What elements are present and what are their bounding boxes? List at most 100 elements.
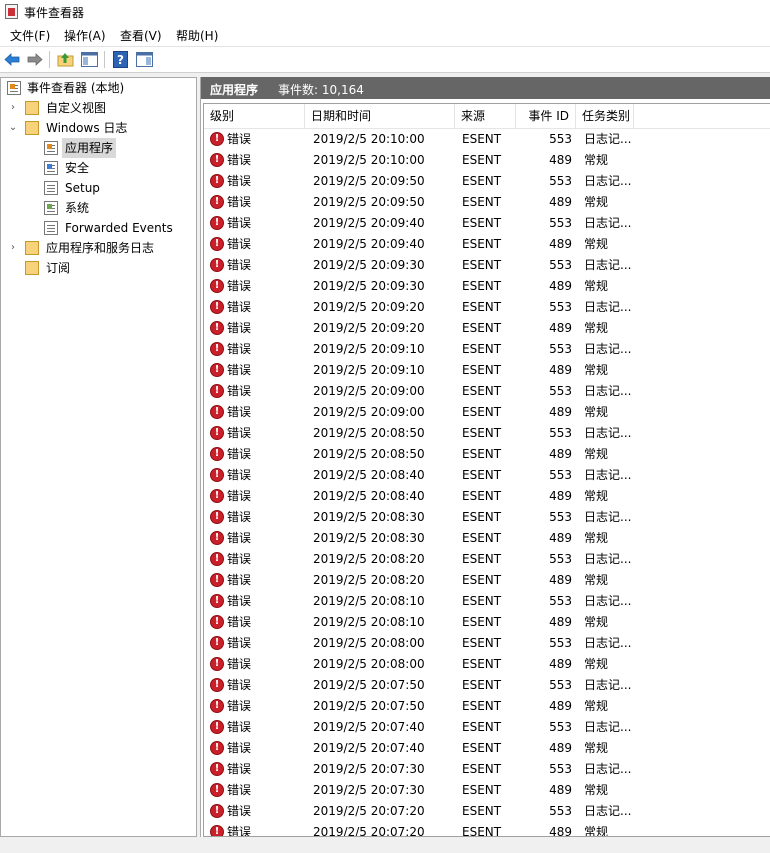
table-row[interactable]: ! 错误 2019/2/5 20:08:30 ESENT 489 常规 [204,528,770,549]
table-row[interactable]: ! 错误 2019/2/5 20:09:50 ESENT 553 日志记... [204,171,770,192]
table-row[interactable]: ! 错误 2019/2/5 20:08:50 ESENT 489 常规 [204,444,770,465]
up-folder-icon[interactable] [56,50,75,69]
chevron-right-icon[interactable]: › [7,238,19,258]
tree-item-forwarded-events[interactable]: Forwarded Events [5,218,195,238]
log-icon [44,161,58,175]
table-row[interactable]: ! 错误 2019/2/5 20:09:30 ESENT 553 日志记... [204,255,770,276]
table-row[interactable]: ! 错误 2019/2/5 20:08:10 ESENT 489 常规 [204,612,770,633]
table-row[interactable]: ! 错误 2019/2/5 20:07:20 ESENT 553 日志记... [204,801,770,822]
column-header-event-id[interactable]: 事件 ID [516,104,576,128]
column-header-category[interactable]: 任务类别 [576,104,634,128]
table-row[interactable]: ! 错误 2019/2/5 20:08:00 ESENT 489 常规 [204,654,770,675]
error-icon: ! [210,321,224,335]
table-row[interactable]: ! 错误 2019/2/5 20:10:00 ESENT 489 常规 [204,150,770,171]
tree-item-root[interactable]: 事件查看器 (本地) [5,78,195,98]
level-cell: 错误 [227,825,252,837]
folder-icon [25,121,39,135]
category-cell: 常规 [584,615,609,629]
level-cell: 错误 [227,552,252,566]
subscription-icon [25,261,39,275]
tree-item-custom-views[interactable]: › 自定义视图 [5,98,195,118]
table-row[interactable]: ! 错误 2019/2/5 20:07:50 ESENT 553 日志记... [204,675,770,696]
chevron-down-icon[interactable]: ⌄ [7,118,19,138]
table-row[interactable]: ! 错误 2019/2/5 20:07:20 ESENT 489 常规 [204,822,770,837]
source-cell: ESENT [462,762,502,776]
table-row[interactable]: ! 错误 2019/2/5 20:08:40 ESENT 489 常规 [204,486,770,507]
table-row[interactable]: ! 错误 2019/2/5 20:08:30 ESENT 553 日志记... [204,507,770,528]
show-hide-tree-icon[interactable] [80,50,99,69]
tree-item-application[interactable]: 应用程序 [5,138,195,158]
menu-view[interactable]: 查看(V) [120,27,162,44]
table-row[interactable]: ! 错误 2019/2/5 20:08:50 ESENT 553 日志记... [204,423,770,444]
column-header-datetime[interactable]: 日期和时间 [305,104,455,128]
table-row[interactable]: ! 错误 2019/2/5 20:09:00 ESENT 553 日志记... [204,381,770,402]
menu-action[interactable]: 操作(A) [64,27,106,44]
datetime-cell: 2019/2/5 20:09:50 [313,174,425,188]
datetime-cell: 2019/2/5 20:08:20 [313,552,425,566]
source-cell: ESENT [462,363,502,377]
table-row[interactable]: ! 错误 2019/2/5 20:08:20 ESENT 489 常规 [204,570,770,591]
help-icon[interactable]: ? [111,50,130,69]
source-cell: ESENT [462,657,502,671]
tree-item-windows-logs[interactable]: ⌄ Windows 日志 [5,118,195,138]
table-row[interactable]: ! 错误 2019/2/5 20:07:30 ESENT 489 常规 [204,780,770,801]
source-cell: ESENT [462,804,502,818]
table-row[interactable]: ! 错误 2019/2/5 20:09:20 ESENT 489 常规 [204,318,770,339]
error-icon: ! [210,741,224,755]
datetime-cell: 2019/2/5 20:08:10 [313,615,425,629]
datetime-cell: 2019/2/5 20:07:50 [313,699,425,713]
event-id-cell: 489 [549,447,572,461]
tree-item-security[interactable]: 安全 [5,158,195,178]
forward-arrow-icon[interactable] [25,50,44,69]
column-header-level[interactable]: 级别 [204,104,305,128]
error-icon: ! [210,279,224,293]
table-row[interactable]: ! 错误 2019/2/5 20:09:40 ESENT 553 日志记... [204,213,770,234]
table-row[interactable]: ! 错误 2019/2/5 20:09:10 ESENT 553 日志记... [204,339,770,360]
table-row[interactable]: ! 错误 2019/2/5 20:07:50 ESENT 489 常规 [204,696,770,717]
tree-item-subscriptions[interactable]: 订阅 [5,258,195,278]
table-row[interactable]: ! 错误 2019/2/5 20:07:40 ESENT 489 常规 [204,738,770,759]
table-row[interactable]: ! 错误 2019/2/5 20:08:10 ESENT 553 日志记... [204,591,770,612]
error-icon: ! [210,783,224,797]
datetime-cell: 2019/2/5 20:10:00 [313,153,425,167]
category-cell: 常规 [584,741,609,755]
error-icon: ! [210,216,224,230]
tree-label: 订阅 [46,261,71,275]
back-arrow-icon[interactable] [3,50,22,69]
menu-help[interactable]: 帮助(H) [176,27,218,44]
tree-item-system[interactable]: 系统 [5,198,195,218]
category-cell: 日志记... [584,552,632,566]
error-icon: ! [210,552,224,566]
table-row[interactable]: ! 错误 2019/2/5 20:08:40 ESENT 553 日志记... [204,465,770,486]
category-cell: 日志记... [584,720,632,734]
table-row[interactable]: ! 错误 2019/2/5 20:10:00 ESENT 553 日志记... [204,129,770,150]
table-row[interactable]: ! 错误 2019/2/5 20:07:30 ESENT 553 日志记... [204,759,770,780]
category-cell: 常规 [584,489,609,503]
table-row[interactable]: ! 错误 2019/2/5 20:09:30 ESENT 489 常规 [204,276,770,297]
source-cell: ESENT [462,426,502,440]
table-row[interactable]: ! 错误 2019/2/5 20:08:20 ESENT 553 日志记... [204,549,770,570]
table-row[interactable]: ! 错误 2019/2/5 20:08:00 ESENT 553 日志记... [204,633,770,654]
event-id-cell: 489 [549,531,572,545]
error-icon: ! [210,405,224,419]
column-header-source[interactable]: 来源 [455,104,516,128]
table-row[interactable]: ! 错误 2019/2/5 20:09:40 ESENT 489 常规 [204,234,770,255]
action-pane-icon[interactable] [135,50,154,69]
chevron-right-icon[interactable]: › [7,98,19,118]
svg-text:?: ? [117,53,124,67]
table-row[interactable]: ! 错误 2019/2/5 20:09:00 ESENT 489 常规 [204,402,770,423]
table-row[interactable]: ! 错误 2019/2/5 20:09:20 ESENT 553 日志记... [204,297,770,318]
level-cell: 错误 [227,636,252,650]
tree-item-app-service-logs[interactable]: › 应用程序和服务日志 [5,238,195,258]
datetime-cell: 2019/2/5 20:09:30 [313,258,425,272]
menu-file[interactable]: 文件(F) [10,27,50,44]
source-cell: ESENT [462,720,502,734]
pane-header: 应用程序 事件数: 10,164 [201,77,770,99]
category-cell: 日志记... [584,594,632,608]
table-row[interactable]: ! 错误 2019/2/5 20:07:40 ESENT 553 日志记... [204,717,770,738]
table-row[interactable]: ! 错误 2019/2/5 20:09:10 ESENT 489 常规 [204,360,770,381]
table-row[interactable]: ! 错误 2019/2/5 20:09:50 ESENT 489 常规 [204,192,770,213]
tree-item-setup[interactable]: Setup [5,178,195,198]
level-cell: 错误 [227,720,252,734]
category-cell: 日志记... [584,804,632,818]
